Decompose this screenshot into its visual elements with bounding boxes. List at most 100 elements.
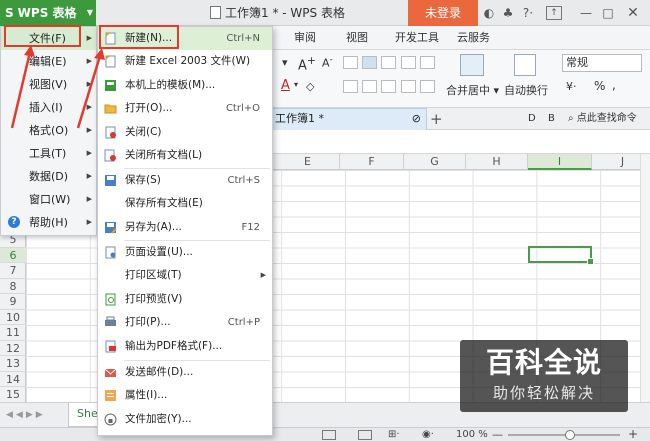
row-header[interactable]: 7 <box>0 263 26 279</box>
grow-font-icon[interactable]: A+ <box>298 54 316 73</box>
auto-wrap-icon[interactable] <box>514 54 536 76</box>
outdent-icon[interactable] <box>420 56 435 69</box>
align-bottom-icon[interactable] <box>381 56 396 69</box>
file-send-mail-item[interactable]: 发送邮件(D)... <box>98 361 272 384</box>
justify-icon[interactable] <box>401 80 416 93</box>
wps-app-menu-button[interactable]: S WPS 表格 ▼ <box>0 0 96 26</box>
restore-ribbon-icon[interactable]: ↑ <box>546 6 562 20</box>
normal-view-icon[interactable] <box>322 430 336 440</box>
font-color-chevron-icon[interactable]: ▾ <box>294 80 298 89</box>
percent-button[interactable]: % <box>594 79 605 93</box>
file-template-item[interactable]: 本机上的模板(M)... <box>98 74 272 97</box>
submenu-arrow-icon: ▶ <box>86 57 92 65</box>
column-header[interactable]: H <box>466 154 528 170</box>
file-print-preview-item[interactable]: 打印预览(V) <box>98 288 272 311</box>
align-top-icon[interactable] <box>343 56 358 69</box>
close-icon[interactable]: ✕ <box>624 0 642 26</box>
thousands-button[interactable]: , <box>612 78 616 92</box>
command-search[interactable]: ⌕ 点此查找命令 <box>568 108 637 130</box>
vertical-scrollbar[interactable] <box>640 154 650 402</box>
column-header[interactable]: F <box>340 154 404 170</box>
number-format-select[interactable]: 常规 <box>562 54 642 72</box>
file-encrypt-item[interactable]: 文件加密(Y)... <box>98 408 272 431</box>
minimize-icon[interactable]: — <box>578 0 594 26</box>
menu-item-help[interactable]: ? 帮助(H) ▶ <box>1 211 96 234</box>
file-close-all-item[interactable]: 关闭所有文档(L) <box>98 144 272 167</box>
mail-icon <box>104 368 117 377</box>
row-header[interactable]: 8 <box>0 279 26 294</box>
document-tab[interactable]: 工作簿1 * ⊘ <box>270 108 427 130</box>
row-header[interactable]: 12 <box>0 341 26 356</box>
file-close-item[interactable]: 关闭(C) <box>98 121 272 144</box>
sheet-nav-arrows[interactable]: ◀◀▶▶ <box>6 403 46 428</box>
selected-cell[interactable] <box>528 246 594 265</box>
font-size-chevron-icon[interactable]: ▾ <box>282 56 288 69</box>
zoom-slider-thumb[interactable] <box>564 430 575 440</box>
column-header[interactable]: E <box>276 154 340 170</box>
file-save-all-item[interactable]: 保存所有文档(E) <box>98 192 272 215</box>
column-header-active[interactable]: I <box>528 154 592 170</box>
row-header[interactable]: 10 <box>0 310 26 325</box>
login-button[interactable]: 未登录 <box>408 0 478 26</box>
clear-format-icon[interactable]: ◇ <box>306 80 314 93</box>
row-header[interactable]: 15 <box>0 387 26 402</box>
align-left-icon[interactable] <box>343 80 358 93</box>
file-print-item[interactable]: 打印(P)... Ctrl+P <box>98 311 272 334</box>
menu-item-format[interactable]: 格式(O) ▶ <box>1 119 96 142</box>
distribute-icon[interactable] <box>420 80 435 93</box>
watermark-subtitle: 助你轻松解决 <box>492 384 595 402</box>
auto-wrap-button[interactable]: 自动换行 <box>504 82 548 98</box>
align-right-icon[interactable] <box>381 80 396 93</box>
shrink-font-icon[interactable]: A- <box>322 54 333 70</box>
menu-item-insert[interactable]: 插入(I) ▶ <box>1 96 96 119</box>
row-header[interactable]: 13 <box>0 356 26 372</box>
page-break-icon[interactable]: ⊞· <box>388 428 400 441</box>
page-layout-icon[interactable] <box>358 430 372 440</box>
print-icon <box>105 316 116 327</box>
file-page-setup-item[interactable]: 页面设置(U)... <box>98 241 272 264</box>
file-new-excel2003-item[interactable]: 新建 Excel 2003 文件(W) <box>98 50 272 73</box>
column-header[interactable]: G <box>404 154 466 170</box>
menu-item-tools[interactable]: 工具(T) ▶ <box>1 142 96 165</box>
align-middle-icon[interactable] <box>362 56 377 69</box>
menu-item-edit[interactable]: 编辑(E) ▶ <box>1 50 96 73</box>
menu-item-window[interactable]: 窗口(W) ▶ <box>1 188 96 211</box>
close-tab-icon[interactable]: ⊘ <box>412 109 421 129</box>
file-export-pdf-item[interactable]: 输出为PDF格式(F)... <box>98 335 272 358</box>
file-save-as-item[interactable]: 另存为(A)... F12 <box>98 216 272 239</box>
template-icon <box>105 79 116 91</box>
tab-view[interactable]: 视图 <box>346 26 368 50</box>
doc-icon-b[interactable]: B <box>548 113 555 124</box>
tab-review[interactable]: 审阅 <box>294 26 316 50</box>
maximize-icon[interactable]: □ <box>600 0 616 26</box>
menu-item-view[interactable]: 视图(V) ▶ <box>1 73 96 96</box>
tab-developer[interactable]: 开发工具 <box>395 26 439 50</box>
row-header[interactable]: 9 <box>0 294 26 310</box>
zoom-slider[interactable] <box>508 430 620 440</box>
currency-icon[interactable]: ¥· <box>566 80 577 93</box>
zoom-out-icon[interactable]: — <box>492 428 503 441</box>
zoom-in-icon[interactable]: + <box>628 428 638 441</box>
font-color-button[interactable]: A <box>281 78 290 93</box>
skin-icon[interactable]: ◐ <box>481 0 497 26</box>
merge-center-button[interactable]: 合并居中 ▾ <box>446 82 499 98</box>
file-save-item[interactable]: 保存(S) Ctrl+S <box>98 169 272 192</box>
row-header[interactable]: 11 <box>0 325 26 341</box>
file-submenu: 新建(N)... Ctrl+N 新建 Excel 2003 文件(W) 本机上的模… <box>97 26 273 436</box>
align-center-icon[interactable] <box>362 80 377 93</box>
reading-mode-icon[interactable]: ◉· <box>422 428 434 441</box>
tshirt-icon[interactable]: ♣ <box>499 0 517 26</box>
menu-item-data[interactable]: 数据(D) ▶ <box>1 165 96 188</box>
file-open-item[interactable]: 打开(O)... Ctrl+O <box>98 97 272 120</box>
indent-icon[interactable] <box>401 56 416 69</box>
help-icon: ? <box>8 216 20 228</box>
file-properties-item[interactable]: 属性(I)... <box>98 384 272 407</box>
file-print-area-item[interactable]: 打印区域(T) ▶ <box>98 264 272 287</box>
row-header-active[interactable]: 6 <box>0 247 26 263</box>
doc-icon-d[interactable]: D <box>528 113 536 124</box>
row-header[interactable]: 14 <box>0 372 26 387</box>
merge-center-icon[interactable] <box>460 54 484 76</box>
tab-cloud[interactable]: 云服务 <box>457 26 490 50</box>
help-dropdown[interactable]: ?· <box>519 0 537 26</box>
add-tab-icon[interactable]: + <box>430 108 443 130</box>
